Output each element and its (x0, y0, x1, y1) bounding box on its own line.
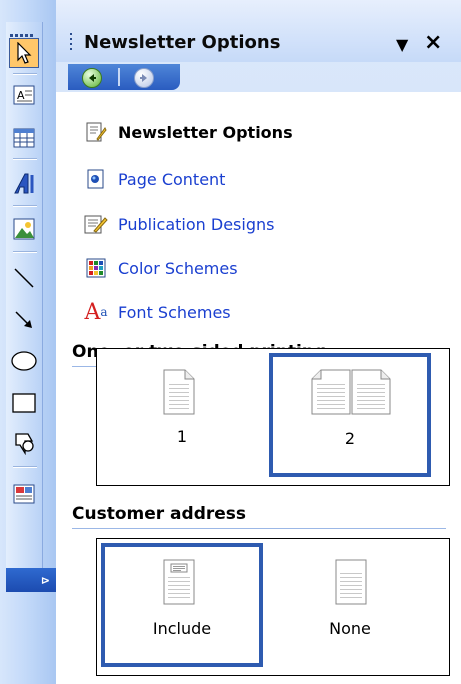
table-icon[interactable] (9, 123, 39, 153)
line-icon[interactable] (9, 263, 39, 293)
picture-icon[interactable] (9, 214, 39, 244)
font-schemes-icon: Aa (84, 299, 108, 325)
section-divider (72, 528, 446, 529)
link-newsletter-options[interactable]: Newsletter Options (84, 118, 293, 146)
rectangle-icon[interactable] (9, 388, 39, 418)
toolbar-separator (13, 466, 37, 468)
close-icon[interactable]: × (424, 30, 442, 55)
select-pointer-icon[interactable] (9, 38, 39, 68)
color-schemes-icon (84, 256, 108, 280)
link-font-schemes[interactable]: Aa Font Schemes (84, 298, 231, 326)
objects-toolbar: A ⊳ (0, 0, 56, 684)
task-pane-title: Newsletter Options (84, 32, 281, 53)
task-pane: Newsletter Options ▼ × Newsletter Option… (56, 0, 461, 684)
link-label: Newsletter Options (118, 122, 293, 142)
publication-designs-icon (84, 212, 108, 236)
design-gallery-icon[interactable] (9, 478, 39, 508)
toolbar-options-button[interactable]: ⊳ (6, 568, 56, 592)
toolbar-separator (13, 158, 37, 160)
task-pane-titlebar: Newsletter Options ▼ × (56, 0, 461, 62)
toolbar-grip[interactable] (10, 22, 38, 37)
newsletter-options-icon (84, 120, 108, 144)
link-label: Color Schemes (118, 258, 238, 278)
forward-arrow-icon[interactable] (134, 68, 154, 88)
address-page-icon (163, 559, 195, 605)
blank-page-icon (335, 559, 367, 605)
task-pane-menu-icon[interactable]: ▼ (396, 35, 408, 54)
nav-divider (118, 68, 120, 86)
option-no-address[interactable]: None (269, 543, 431, 667)
link-label: Page Content (118, 169, 226, 189)
option-label: 1 (176, 427, 188, 446)
address-options: Include None (96, 538, 450, 676)
option-label: Include (152, 619, 212, 638)
svg-text:A: A (17, 89, 25, 102)
navigation-bar (68, 64, 180, 90)
option-label: None (329, 619, 371, 638)
toolbar-options-icon: ⊳ (40, 574, 50, 587)
text-box-icon[interactable]: A (9, 80, 39, 110)
link-publication-designs[interactable]: Publication Designs (84, 210, 274, 238)
toolbar-separator (13, 73, 37, 75)
oval-icon[interactable] (9, 346, 39, 376)
link-label: Font Schemes (118, 302, 231, 322)
option-label: 2 (344, 429, 356, 448)
back-arrow-icon[interactable] (82, 68, 102, 88)
title-grip[interactable] (70, 33, 74, 55)
autoshapes-icon[interactable] (9, 428, 39, 458)
printing-options: 1 2 (96, 348, 450, 486)
link-label: Publication Designs (118, 214, 275, 234)
option-include-address[interactable]: Include (101, 543, 263, 667)
page-content-icon (84, 167, 108, 191)
arrow-icon[interactable] (9, 305, 39, 335)
link-page-content[interactable]: Page Content (84, 165, 225, 193)
toolbar-separator (13, 251, 37, 253)
address-heading: Customer address (72, 504, 247, 524)
toolbar-separator (13, 205, 37, 207)
option-two-sided[interactable]: 2 (269, 353, 431, 477)
link-color-schemes[interactable]: Color Schemes (84, 254, 238, 282)
option-one-sided[interactable]: 1 (101, 353, 263, 477)
single-page-icon (163, 369, 195, 415)
two-page-spread-icon (311, 369, 391, 415)
wordart-icon[interactable] (9, 168, 39, 198)
